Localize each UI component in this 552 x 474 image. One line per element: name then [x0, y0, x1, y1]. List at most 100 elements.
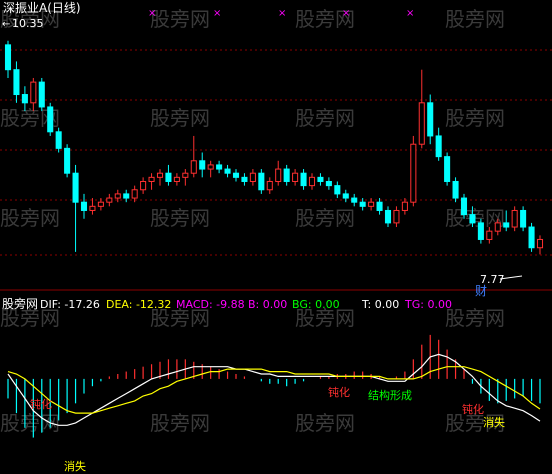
indicator-name: 股旁网 [2, 296, 38, 311]
candle-body [4, 44, 12, 71]
candle-body [148, 176, 155, 182]
candle-body [376, 201, 383, 211]
annotation-label: 结构形成 [368, 388, 412, 402]
watermark-text: 股旁网 [0, 206, 60, 230]
watermark-text: 股旁网 [295, 106, 355, 130]
candle-body [114, 193, 121, 199]
candle-body [292, 172, 299, 182]
candle-body [123, 193, 130, 199]
candle-body [30, 81, 37, 104]
candle-body [89, 205, 96, 211]
candle-body [528, 226, 535, 249]
indicator-value: DEA: -12.32 [106, 298, 171, 311]
candle-body [80, 201, 88, 211]
indicator-value: BG: 0.00 [292, 298, 340, 311]
indicator-value: MACD: -9.88 [176, 298, 245, 311]
candle-body [300, 172, 307, 187]
candle-body [325, 180, 332, 187]
indicator-value: TG: 0.00 [404, 298, 452, 311]
candle-body [232, 172, 240, 178]
candle-body [342, 193, 349, 199]
candle-body [64, 147, 71, 174]
candle-body [207, 164, 214, 170]
candle-body [173, 176, 180, 182]
dea-line [7, 366, 541, 414]
annotation-label: 消失 [64, 459, 86, 473]
candle-body [469, 214, 476, 224]
watermark-text: 股旁网 [150, 411, 210, 435]
watermark-text: 股旁网 [445, 7, 505, 31]
candle-body [317, 176, 324, 182]
candle-body [393, 209, 400, 224]
candle-body [13, 69, 20, 96]
candle-body [106, 197, 113, 203]
high-price-pointer: ← [2, 19, 10, 30]
candle-body [55, 131, 62, 149]
candle-body [249, 172, 256, 182]
candle-body [334, 185, 341, 195]
candle-body [182, 172, 189, 178]
candle-body [359, 201, 366, 207]
candle-body [97, 201, 104, 207]
annotation-label: 钝化 [30, 397, 52, 411]
candle-body [486, 230, 493, 240]
candle-body [477, 222, 484, 240]
watermark-text: 股旁网 [295, 411, 355, 435]
annotation-label: 消失 [483, 415, 505, 429]
candle-body [190, 160, 197, 174]
candle-body [283, 168, 290, 182]
candle-body [368, 201, 375, 207]
candle-body [494, 222, 501, 232]
indicator-value: DIF: -17.26 [40, 298, 100, 311]
candle-body [444, 156, 451, 182]
candle-body [308, 176, 316, 187]
candle-body [460, 197, 468, 216]
indicator-readout: DIF: -17.26 DEA: -12.32 MACD: -9.88 B: 0.00… [40, 298, 452, 311]
candle-body [384, 209, 392, 224]
candle-body [199, 160, 206, 170]
candle-body [511, 209, 518, 228]
candle-body [351, 197, 358, 203]
x-mark: × [342, 8, 350, 19]
watermark-text: 股旁网 [150, 7, 210, 31]
high-price-label: 10.35 [12, 17, 44, 30]
candle-body [418, 102, 425, 145]
watermark-text: 股旁网 [150, 206, 210, 230]
annotation-label: 钝化 [462, 402, 484, 416]
x-mark: × [148, 8, 156, 19]
candle-body [131, 189, 138, 199]
candle-body [536, 238, 544, 249]
candle-body [258, 172, 265, 191]
candle-body [224, 168, 231, 174]
indicator-value: B: 0.00 [248, 298, 287, 311]
x-mark: × [278, 8, 286, 19]
candle-body [156, 172, 164, 178]
x-mark: × [406, 8, 414, 19]
candle-body [47, 106, 54, 133]
annotation-label: 钝化 [328, 385, 350, 399]
candle-body [72, 172, 79, 203]
cai-label: 财 [475, 284, 487, 298]
candle-body [165, 172, 172, 182]
candle-body [410, 143, 417, 203]
annotation-labels: 钝化消失钝化 结构形成钝化消失 [30, 385, 505, 473]
candle-body [266, 180, 273, 191]
candle-body [21, 94, 28, 104]
watermark-text: 股旁网 [295, 206, 355, 230]
watermark-text: 股旁网 [445, 106, 505, 130]
candle-body [140, 180, 147, 191]
candle-body [401, 201, 408, 211]
watermark-text: 股旁网 [445, 306, 505, 330]
candle-body [275, 168, 282, 182]
indicator-value: T: 0.00 [361, 298, 399, 311]
chart-canvas: 股旁网 股旁网 股旁网 股旁网股旁网 股旁网 股旁网 股旁网股旁网 股旁网 股旁网股旁网 股旁网股… [0, 1, 552, 473]
watermark-text: 股旁网 [150, 106, 210, 130]
candle-body [427, 102, 434, 137]
candle-body [452, 180, 459, 199]
candle-body [520, 209, 527, 228]
chart-title: 深振业A(日线) [3, 1, 81, 15]
candle-body [435, 135, 442, 158]
candle-body [216, 164, 223, 170]
x-mark: × [213, 8, 221, 19]
candle-body [38, 81, 45, 108]
